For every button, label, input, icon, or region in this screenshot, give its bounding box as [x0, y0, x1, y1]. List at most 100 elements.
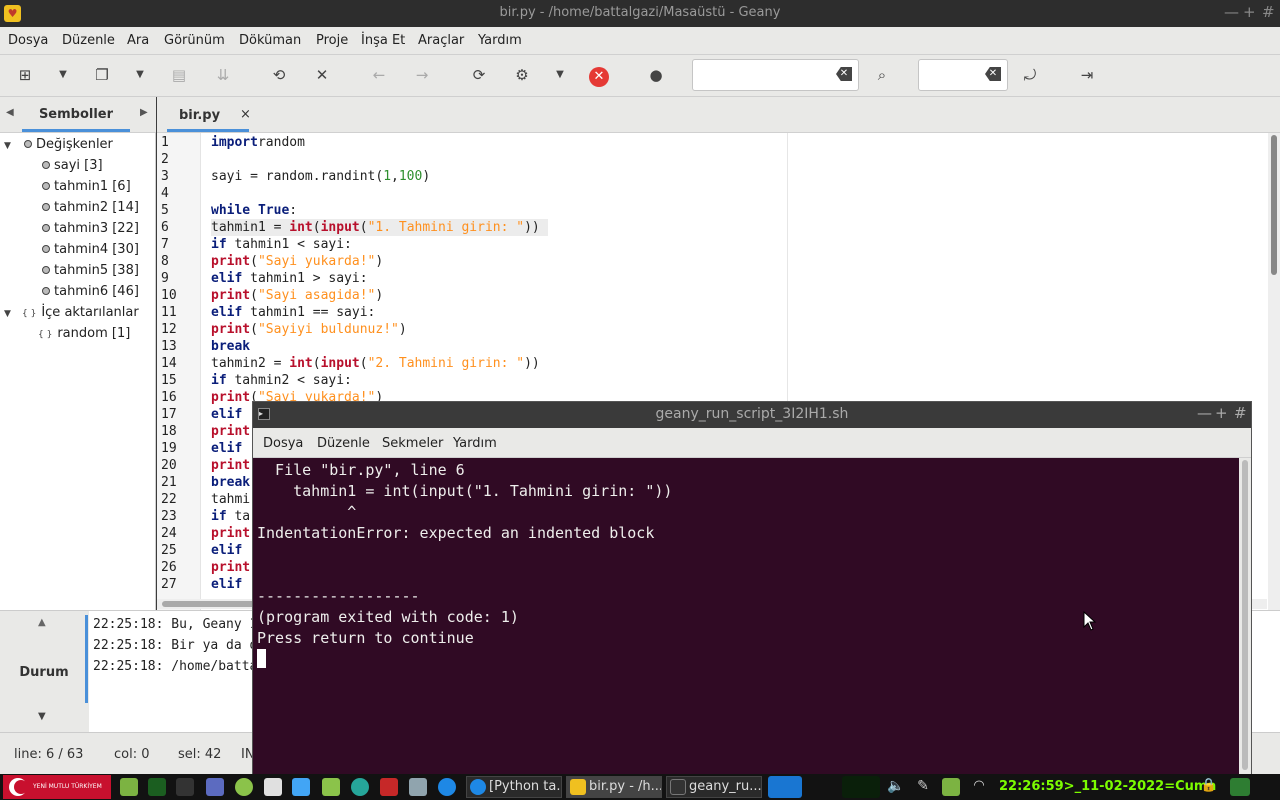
clear-goto-icon[interactable]: ✕ — [985, 67, 1001, 81]
terminal-maximize-button[interactable]: + — [1215, 404, 1228, 422]
wifi-icon[interactable]: ◠ — [970, 778, 988, 796]
window-titlebar[interactable]: ♥ bir.py - /home/battalgazi/Masaüstü - G… — [0, 0, 1280, 27]
expander-icon[interactable]: ▼ — [4, 141, 16, 151]
terminal-titlebar[interactable]: ▸ geany_run_script_3I2IH1.sh — + # — [253, 402, 1251, 428]
sidebar-next-icon[interactable]: ▶ — [140, 107, 148, 118]
start-menu-button[interactable]: YENİ MUTLU TÜRKİYEM DİYENE — [3, 775, 111, 799]
task-terminal[interactable]: geany_ru... — [666, 776, 762, 798]
screenshot-icon[interactable] — [206, 778, 224, 796]
clock[interactable]: 22:26:59>_11-02-2022=Cuma — [999, 779, 1216, 794]
network-app-icon[interactable] — [351, 778, 369, 796]
menu-ara[interactable]: Ara — [127, 33, 149, 48]
scroll-thumb[interactable] — [1271, 135, 1277, 275]
menu-insa-et[interactable]: İnşa Et — [361, 33, 405, 48]
color-chooser-icon[interactable]: ● — [643, 63, 669, 87]
new-file-icon[interactable]: ⊞ — [12, 63, 38, 87]
build-dropdown-icon[interactable]: ▼ — [547, 63, 573, 87]
tree-group-imports[interactable]: ▼ { } İçe aktarılanlar — [4, 305, 139, 320]
scroll-thumb[interactable] — [162, 601, 262, 607]
goto-line-icon[interactable]: ⤾ — [1017, 63, 1043, 87]
app-launcher-icon[interactable] — [235, 778, 253, 796]
menu-gorunum[interactable]: Görünüm — [164, 33, 225, 48]
search-input[interactable]: ✕ — [692, 59, 859, 91]
terminal-line: IndentationError: expected an indented b… — [257, 524, 655, 542]
clip-icon[interactable]: ✎ — [914, 778, 932, 796]
close-file-icon[interactable]: ✕ — [309, 63, 335, 87]
shield-icon[interactable] — [942, 778, 960, 796]
archive-icon[interactable] — [264, 778, 282, 796]
tab-bir-py[interactable]: bir.py × — [167, 97, 257, 133]
tree-item[interactable]: tahmin6 [46] — [42, 284, 139, 299]
quit-icon[interactable]: ⇥ — [1074, 63, 1100, 87]
chevron-down-icon[interactable]: ▼ — [38, 711, 46, 722]
menu-araclar[interactable]: Araçlar — [418, 33, 464, 48]
terminal-launcher-icon[interactable] — [176, 778, 194, 796]
line-number: 21 — [161, 475, 177, 490]
tree-item[interactable]: tahmin4 [30] — [42, 242, 139, 257]
maximize-button[interactable]: + — [1243, 3, 1256, 21]
code-line: elif tahmin1 == sayi: — [211, 305, 376, 320]
tree-item[interactable]: { } random [1] — [38, 326, 130, 341]
menu-proje[interactable]: Proje — [316, 33, 348, 48]
chevron-up-icon[interactable]: ▲ — [38, 617, 46, 628]
lock-icon[interactable]: 🔒 — [1200, 778, 1218, 796]
tree-item[interactable]: tahmin1 [6] — [42, 179, 131, 194]
terminal-menu-sekmeler[interactable]: Sekmeler — [382, 436, 443, 451]
editor-vertical-scrollbar[interactable] — [1268, 133, 1280, 610]
goto-line-input[interactable]: ✕ — [918, 59, 1008, 91]
stop-icon[interactable]: ✕ — [586, 63, 612, 87]
task-python[interactable]: [Python ta... — [466, 776, 562, 798]
menu-duzenle[interactable]: Düzenle — [62, 33, 115, 48]
new-dropdown-icon[interactable]: ▼ — [50, 63, 76, 87]
tree-item[interactable]: tahmin2 [14] — [42, 200, 139, 215]
close-tab-icon[interactable]: × — [240, 107, 251, 122]
menu-yardim[interactable]: Yardım — [478, 33, 522, 48]
terminal-close-button[interactable]: # — [1234, 404, 1247, 422]
notes-icon[interactable] — [322, 778, 340, 796]
compile-icon[interactable]: ⟳ — [466, 63, 492, 87]
terminal-minimize-button[interactable]: — — [1197, 404, 1212, 422]
terminal-window[interactable]: ▸ geany_run_script_3I2IH1.sh — + # Dosya… — [252, 401, 1252, 774]
save-all-icon[interactable]: ⇊ — [210, 63, 236, 87]
menu-dosya[interactable]: Dosya — [8, 33, 48, 48]
tree-item[interactable]: tahmin3 [22] — [42, 221, 139, 236]
logout-icon[interactable] — [1230, 778, 1250, 796]
editor-launcher-icon[interactable] — [292, 778, 310, 796]
terminal-menu-dosya[interactable]: Dosya — [263, 436, 303, 451]
status-line: line: 6 / 63 — [14, 747, 84, 762]
open-file-icon[interactable]: ❐ — [89, 63, 115, 87]
tree-item[interactable]: tahmin5 [38] — [42, 263, 139, 278]
mail-icon[interactable] — [409, 778, 427, 796]
volume-icon[interactable]: 🔈 — [887, 778, 905, 796]
close-window-button[interactable]: # — [1262, 3, 1275, 21]
revert-icon[interactable]: ⟲ — [266, 63, 292, 87]
minimize-button[interactable]: — — [1224, 3, 1239, 21]
task-label: geany_ru... — [689, 779, 762, 794]
tab-status[interactable]: Durum — [0, 665, 88, 680]
search-icon[interactable]: ⌕ — [869, 63, 895, 87]
system-monitor-icon[interactable] — [148, 778, 166, 796]
scroll-thumb[interactable] — [1242, 460, 1248, 770]
start-text: YENİ MUTLU TÜRKİYEM DİYENE — [33, 783, 102, 790]
namespace-icon: { } — [22, 309, 37, 319]
save-icon[interactable]: ▤ — [166, 63, 192, 87]
sidebar-prev-icon[interactable]: ◀ — [6, 107, 14, 118]
open-dropdown-icon[interactable]: ▼ — [127, 63, 153, 87]
tab-symbols[interactable]: Semboller — [22, 107, 130, 122]
terminal-menu-yardim[interactable]: Yardım — [453, 436, 497, 451]
terminal-scrollbar[interactable] — [1239, 458, 1251, 774]
file-manager-icon[interactable] — [120, 778, 138, 796]
back-icon[interactable]: ← — [366, 63, 392, 87]
task-geany[interactable]: bir.py - /h... — [566, 776, 662, 798]
forward-icon[interactable]: → — [409, 63, 435, 87]
workspace-switcher-icon[interactable] — [768, 776, 802, 798]
pdf-icon[interactable] — [380, 778, 398, 796]
menu-dokuman[interactable]: Döküman — [239, 33, 301, 48]
build-gear-icon[interactable]: ⚙ — [509, 63, 535, 87]
clear-search-icon[interactable]: ✕ — [836, 67, 852, 81]
browser-icon[interactable] — [438, 778, 456, 796]
terminal-menu-duzenle[interactable]: Düzenle — [317, 436, 370, 451]
tree-group-variables[interactable]: ▼ Değişkenler — [4, 137, 113, 152]
tree-item[interactable]: sayi [3] — [42, 158, 103, 173]
expander-icon[interactable]: ▼ — [4, 309, 16, 319]
